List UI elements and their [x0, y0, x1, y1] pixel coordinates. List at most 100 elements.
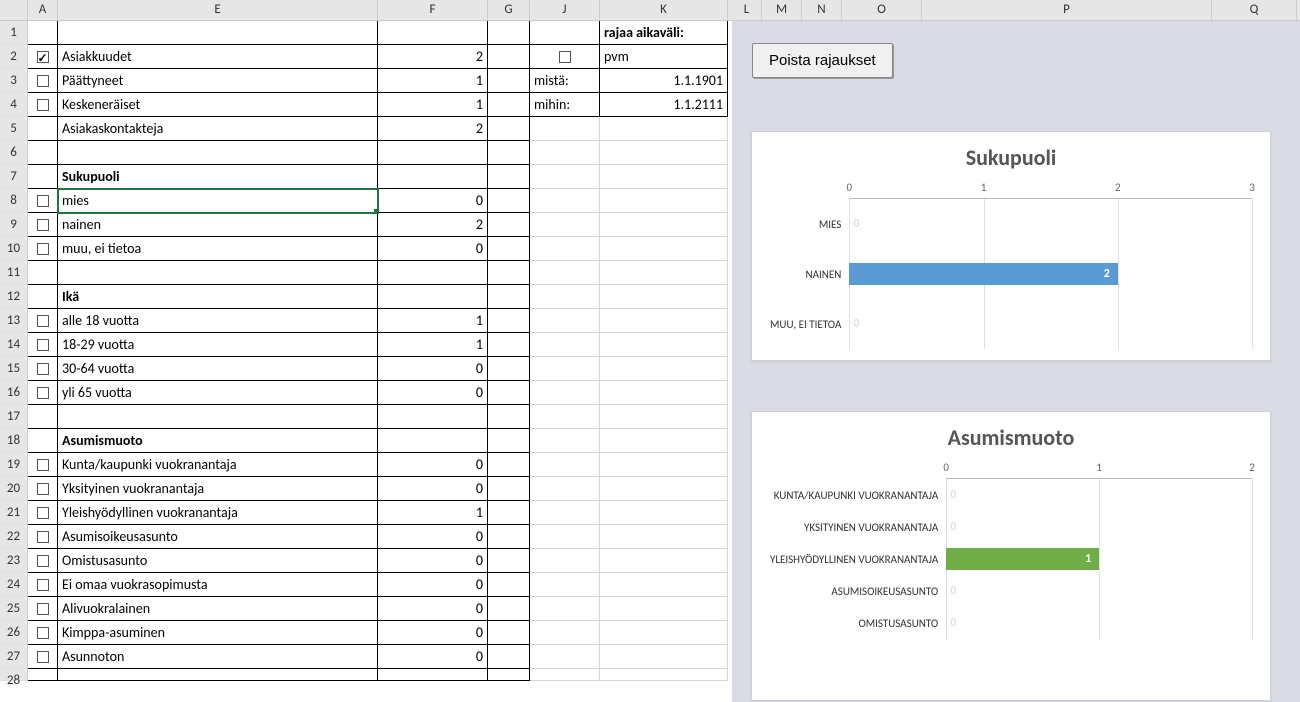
row-header[interactable]: 3	[0, 69, 28, 93]
cell[interactable]	[488, 573, 530, 597]
value-cell[interactable]	[378, 285, 488, 309]
cell[interactable]	[488, 141, 530, 165]
label-cell[interactable]: Yleishyödyllinen vuokranantaja	[58, 501, 378, 525]
row-header[interactable]: 21	[0, 501, 28, 525]
label-cell[interactable]: Asumismuoto	[58, 429, 378, 453]
checkbox-cell[interactable]	[28, 333, 58, 357]
row-header[interactable]: 24	[0, 573, 28, 597]
checkbox-icon[interactable]	[37, 339, 49, 351]
cell[interactable]	[600, 669, 728, 681]
row-header[interactable]: 20	[0, 477, 28, 501]
row-header[interactable]: 28	[0, 669, 28, 681]
cell[interactable]	[488, 597, 530, 621]
cell[interactable]	[600, 285, 728, 309]
col-header-G[interactable]: G	[488, 0, 530, 20]
cell[interactable]	[530, 285, 600, 309]
label-cell[interactable]: yli 65 vuotta	[58, 381, 378, 405]
label-cell[interactable]: Omistusasunto	[58, 549, 378, 573]
value-cell[interactable]	[378, 21, 488, 45]
row-header[interactable]: 7	[0, 165, 28, 189]
label-cell[interactable]: Ikä	[58, 285, 378, 309]
label-cell[interactable]: Asiakkuudet	[58, 45, 378, 69]
cell[interactable]: mihin:	[530, 93, 600, 117]
cell[interactable]	[600, 141, 728, 165]
value-cell[interactable]: 1	[378, 93, 488, 117]
checkbox-icon[interactable]	[37, 387, 49, 399]
cell[interactable]	[530, 237, 600, 261]
cell[interactable]	[530, 669, 600, 681]
cell[interactable]: rajaa aikaväli:	[600, 21, 728, 45]
cell[interactable]	[488, 261, 530, 285]
cell[interactable]	[600, 333, 728, 357]
value-cell[interactable]: 0	[378, 573, 488, 597]
cell[interactable]	[600, 189, 728, 213]
label-cell[interactable]: Asumisoikeusasunto	[58, 525, 378, 549]
col-header-A[interactable]: A	[28, 0, 58, 20]
value-cell[interactable]	[378, 261, 488, 285]
checkbox-icon[interactable]	[37, 99, 49, 111]
cell[interactable]	[530, 501, 600, 525]
cell[interactable]	[488, 453, 530, 477]
row-header[interactable]: 2	[0, 45, 28, 69]
row-header[interactable]: 17	[0, 405, 28, 429]
checkbox-cell[interactable]	[28, 45, 58, 69]
cell[interactable]: pvm	[600, 45, 728, 69]
cell[interactable]: 1.1.1901	[600, 69, 728, 93]
checkbox-icon[interactable]	[37, 51, 49, 63]
cell[interactable]	[530, 573, 600, 597]
row-header[interactable]: 4	[0, 93, 28, 117]
cell[interactable]	[530, 357, 600, 381]
cell[interactable]	[530, 309, 600, 333]
value-cell[interactable]	[378, 165, 488, 189]
row-header[interactable]: 19	[0, 453, 28, 477]
value-cell[interactable]: 0	[378, 549, 488, 573]
col-header-J[interactable]: J	[530, 0, 600, 20]
chart-asumismuoto[interactable]: AsumismuotoKUNTA/KAUPUNKI VUOKRANANTAJAY…	[751, 411, 1271, 701]
cell[interactable]	[600, 501, 728, 525]
cell[interactable]	[530, 141, 600, 165]
checkbox-cell[interactable]	[28, 477, 58, 501]
checkbox-cell[interactable]	[28, 213, 58, 237]
col-header-E[interactable]: E	[58, 0, 378, 20]
cell[interactable]	[600, 357, 728, 381]
value-cell[interactable]: 0	[378, 453, 488, 477]
cell[interactable]	[600, 597, 728, 621]
cell[interactable]: 1.1.2111	[600, 93, 728, 117]
select-all-corner[interactable]	[0, 0, 28, 20]
value-cell[interactable]: 2	[378, 45, 488, 69]
cell[interactable]	[600, 237, 728, 261]
col-header-L[interactable]: L	[732, 0, 762, 20]
checkbox-cell[interactable]	[28, 573, 58, 597]
cell[interactable]	[488, 549, 530, 573]
cell[interactable]	[488, 525, 530, 549]
label-cell[interactable]: Asunnoton	[58, 645, 378, 669]
row-header[interactable]: 12	[0, 285, 28, 309]
cell[interactable]	[530, 477, 600, 501]
col-header-Q[interactable]: Q	[1212, 0, 1297, 20]
value-cell[interactable]: 1	[378, 501, 488, 525]
row-header[interactable]: 15	[0, 357, 28, 381]
value-cell[interactable]: 0	[378, 357, 488, 381]
cell[interactable]	[488, 237, 530, 261]
row-header[interactable]: 1	[0, 21, 28, 45]
cell[interactable]	[600, 621, 728, 645]
checkbox-cell[interactable]	[28, 645, 58, 669]
cell[interactable]	[488, 69, 530, 93]
cell[interactable]	[488, 285, 530, 309]
cell[interactable]	[488, 357, 530, 381]
chart-sukupuoli[interactable]: SukupuoliMIESNAINENMUU, EI TIETOA0123020	[751, 131, 1271, 361]
cell[interactable]	[600, 477, 728, 501]
label-cell[interactable]: Kunta/kaupunki vuokranantaja	[58, 453, 378, 477]
checkbox-icon[interactable]	[37, 651, 49, 663]
row-header[interactable]: 14	[0, 333, 28, 357]
checkbox-cell[interactable]	[28, 501, 58, 525]
cell[interactable]	[488, 501, 530, 525]
label-cell[interactable]	[58, 405, 378, 429]
checkbox-cell[interactable]	[28, 189, 58, 213]
cell[interactable]	[600, 213, 728, 237]
checkbox-cell[interactable]	[28, 381, 58, 405]
value-cell[interactable]: 1	[378, 309, 488, 333]
value-cell[interactable]	[378, 669, 488, 681]
cell[interactable]	[488, 621, 530, 645]
label-cell[interactable]	[58, 669, 378, 681]
